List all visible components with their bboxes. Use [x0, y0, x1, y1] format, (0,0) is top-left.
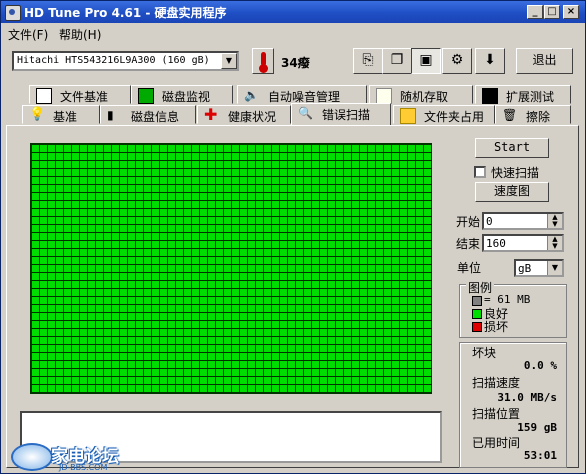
watermark-emblem-icon	[11, 443, 53, 471]
file-benchmark-icon	[36, 88, 52, 104]
scan-speed-label: 扫描速度	[472, 376, 521, 390]
scan-position-label: 扫描位置	[472, 407, 521, 421]
close-button[interactable]: ×	[563, 5, 579, 19]
options-button[interactable]: ⚙	[442, 48, 472, 74]
app-window: HD Tune Pro 4.61 - 硬盘实用程序 _ □ × 文件(F) 帮助…	[0, 0, 586, 474]
copy-screenshot-button[interactable]: ❐	[382, 48, 412, 74]
speaker-icon: 🔈	[244, 88, 259, 102]
damaged-value: 0.0 %	[523, 359, 557, 372]
tab-disk-info[interactable]: ▮ 磁盘信息	[100, 105, 196, 124]
start-field-label: 开始	[456, 215, 481, 229]
copy-info-button[interactable]: ⎘	[353, 48, 383, 74]
drive-select[interactable]: Hitachi HTS543216L9A300 (160 gB) ▼	[12, 51, 239, 71]
block-size-swatch	[472, 296, 482, 306]
temperature-button[interactable]	[252, 48, 274, 74]
scan-position-value: 159 gB	[517, 421, 557, 434]
copy-image-icon: ❐	[390, 52, 404, 68]
unit-select-value: gB	[518, 262, 532, 275]
temperature-value: 34癈	[281, 56, 310, 70]
block-map-grid	[30, 143, 432, 394]
start-button[interactable]: Start	[475, 138, 549, 158]
copy-icon: ⎘	[362, 52, 374, 68]
damaged-label: 坏块	[472, 346, 497, 360]
quick-scan-checkbox[interactable]	[474, 166, 486, 178]
end-input-value: 160	[486, 237, 506, 250]
quick-scan-label: 快速扫描	[491, 166, 540, 180]
end-input[interactable]: 160 ▲ ▼	[482, 234, 564, 252]
elapsed-value: 53:01	[523, 449, 557, 462]
tab-benchmark[interactable]: 💡 基准	[22, 105, 100, 124]
tab-disk-monitor[interactable]: 磁盘监视	[131, 85, 233, 104]
menu-help[interactable]: 帮助(H)	[59, 26, 101, 43]
app-icon	[5, 5, 21, 21]
tab-random-access[interactable]: 随机存取	[369, 85, 473, 104]
health-icon: ✚	[204, 105, 218, 124]
elapsed-label: 已用时间	[472, 436, 521, 450]
tab-file-benchmark[interactable]: 文件基准	[29, 85, 131, 104]
thermometer-icon	[259, 52, 268, 73]
spin-arrows-icon[interactable]: ▲ ▼	[547, 214, 562, 228]
minimize-button[interactable]: _	[527, 5, 543, 19]
info-icon: ▮	[107, 108, 114, 122]
trash-icon: 🗑	[502, 108, 518, 122]
tab-noise-management[interactable]: 🔈 自动噪音管理	[237, 85, 367, 104]
scan-speed-value: 31.0 MB/s	[497, 391, 557, 404]
title-bar: HD Tune Pro 4.61 - 硬盘实用程序 _ □ ×	[1, 1, 585, 23]
tab-folder-usage[interactable]: 文件夹占用	[393, 105, 495, 124]
magnifier-icon: 🔍	[298, 106, 313, 120]
floppy-icon: ▣	[419, 52, 433, 68]
download-button[interactable]: ⬇	[475, 48, 505, 74]
tab-error-scan[interactable]: 🔍 错误扫描	[291, 103, 391, 125]
chevron-down-icon[interactable]: ▼	[221, 53, 237, 69]
watermark-logo: 家电论坛 JD-BBS.COM	[3, 439, 143, 473]
exit-button[interactable]: 退出	[516, 48, 573, 74]
unit-label: 单位	[457, 261, 482, 275]
tab-erase[interactable]: 🗑 擦除	[495, 105, 571, 124]
menu-file[interactable]: 文件(F)	[8, 26, 48, 43]
tab-extra-tests[interactable]: 扩展测试	[475, 85, 571, 104]
folder-icon	[400, 108, 416, 124]
spin-arrows-icon[interactable]: ▲ ▼	[547, 236, 562, 250]
menu-bar: 文件(F) 帮助(H)	[1, 23, 585, 42]
bad-swatch	[472, 322, 482, 332]
benchmark-icon: 💡	[29, 107, 46, 122]
save-button[interactable]: ▣	[411, 48, 441, 74]
start-input[interactable]: 0 ▲ ▼	[482, 212, 564, 230]
bad-label: 损坏	[484, 320, 509, 334]
unit-select[interactable]: gB ▼	[514, 259, 564, 277]
watermark-subtext: JD-BBS.COM	[59, 463, 108, 472]
arrow-down-icon: ⬇	[484, 52, 496, 68]
good-swatch	[472, 309, 482, 319]
tab-health[interactable]: ✚ 健康状况	[197, 105, 291, 124]
chevron-down-icon[interactable]: ▼	[547, 261, 562, 275]
start-input-value: 0	[486, 215, 493, 228]
speed-map-button[interactable]: 速度图	[475, 182, 549, 202]
drive-select-value: Hitachi HTS543216L9A300 (160 gB)	[17, 55, 210, 66]
window-title: HD Tune Pro 4.61 - 硬盘实用程序	[24, 6, 227, 20]
maximize-button[interactable]: □	[544, 5, 560, 19]
random-access-icon	[376, 88, 392, 104]
legend-group: 图例 = 61 MB 良好 损坏	[459, 279, 567, 338]
end-field-label: 结束	[456, 237, 481, 251]
extra-tests-icon	[482, 88, 498, 104]
stats-group: 坏块 0.0 % 扫描速度 31.0 MB/s 扫描位置 159 gB 已用时间…	[459, 342, 567, 468]
gear-icon: ⚙	[450, 52, 464, 68]
disk-monitor-icon	[138, 88, 154, 104]
